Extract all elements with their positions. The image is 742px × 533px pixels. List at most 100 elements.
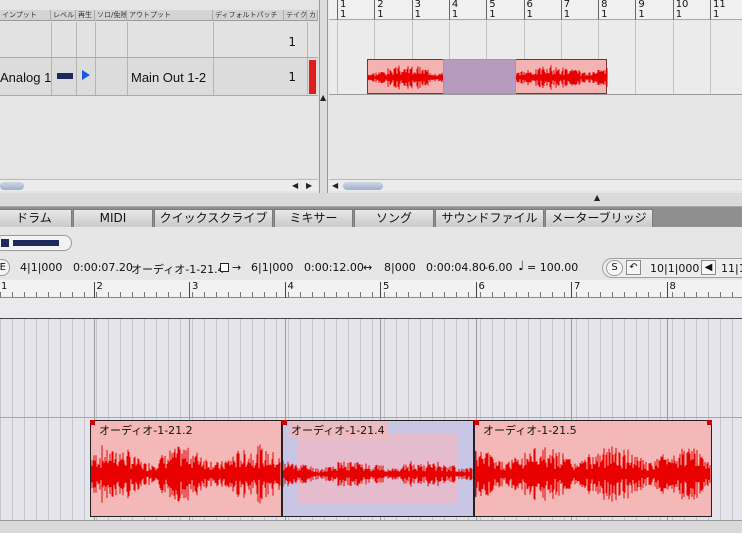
checkbox-icon[interactable] — [220, 263, 229, 272]
main-ruler[interactable]: 1 2 3 4 5 6 7 8 — [0, 280, 742, 298]
track-list-hscrollbar[interactable]: ◀ ▶ — [0, 179, 318, 191]
gain-value[interactable]: -6.00 — [484, 261, 512, 274]
region-handle[interactable] — [707, 420, 712, 425]
header-level[interactable]: レベル — [51, 10, 76, 21]
overview-ruler-tick: 11 1 — [710, 0, 726, 20]
track-list-header: インプット レベル 再生 ソロ/免除 アウトプット ディフォルトパッチ テイク … — [0, 10, 318, 21]
overview-ruler-tick: 8 1 — [598, 0, 607, 20]
locator-position[interactable]: 10|1|000 — [650, 262, 699, 275]
overview-ruler-tick: 6 1 — [523, 0, 533, 20]
tab-song[interactable]: ソング — [354, 209, 434, 227]
take-number[interactable]: 1 — [288, 35, 296, 49]
tab-mixer[interactable]: ミキサー — [274, 209, 353, 227]
region-name[interactable]: オーディオ-1-21.5 — [481, 422, 579, 438]
marker-lane[interactable] — [0, 298, 742, 319]
back-icon[interactable]: ◀ — [701, 260, 716, 275]
overview-audio-region[interactable] — [367, 59, 608, 94]
region-name[interactable]: オーディオ-1-21.2 — [97, 422, 195, 438]
overview-ruler[interactable]: 1 1 2 1 3 1 4 1 5 1 6 1 7 1 8 1 9 1 10 1 11 1 — [329, 0, 742, 20]
start-position[interactable]: 4|1|000 — [20, 261, 62, 274]
overview-hscrollbar[interactable]: ◀ — [329, 179, 742, 191]
region-handle[interactable] — [474, 420, 479, 425]
scroll-thumb[interactable] — [343, 182, 383, 190]
audio-region[interactable]: オーディオ-1-21.5 — [474, 420, 712, 517]
play-icon[interactable] — [82, 70, 90, 80]
sound-editor-canvas[interactable]: オーディオ-1-21.2 オーディオ-1-21.4 オーディオ-1-21.5 — [0, 298, 742, 520]
tab-soundfile[interactable]: サウンドファイル — [435, 209, 544, 227]
header-color[interactable]: カ — [307, 10, 318, 21]
track-list-panel: インプット レベル 再生 ソロ/免除 アウトプット ディフォルトパッチ テイク … — [0, 0, 320, 193]
overview-ruler-tick: 5 1 — [486, 0, 496, 20]
song-overview: 1 1 2 1 3 1 4 1 5 1 6 1 7 1 8 1 9 1 10 1 11 1 ◀ — [329, 0, 742, 193]
editor-tabs: ドラム MIDI クイックスクライブ ミキサー ソング サウンドファイル メータ… — [0, 207, 742, 227]
track-row-analog-1[interactable]: Analog 1 Main Out 1-2 1 — [0, 58, 318, 96]
track-row[interactable]: 1 — [0, 22, 318, 58]
undo-icon[interactable]: ↶ — [626, 260, 641, 275]
output-meter[interactable] — [0, 235, 72, 251]
clip-info-bar: E 4|1|000 0:00:07.20 オーディオ-1-21.4 → 6|1|… — [0, 257, 742, 279]
header-play[interactable]: 再生 — [76, 10, 95, 21]
track-output[interactable]: Main Out 1-2 — [131, 70, 206, 85]
overview-empty-area — [329, 96, 742, 179]
collapse-up-icon[interactable]: ▲ — [594, 193, 600, 202]
take-number[interactable]: 1 — [288, 70, 296, 84]
tab-drums[interactable]: ドラム — [0, 209, 72, 227]
track-color-swatch[interactable] — [309, 60, 316, 94]
header-solo[interactable]: ソロ/免除 — [95, 10, 127, 21]
tab-quickscribe[interactable]: クイックスクライブ — [154, 209, 273, 227]
audio-region[interactable]: オーディオ-1-21.2 — [90, 420, 282, 517]
overview-ruler-tick: 1 1 — [337, 0, 346, 20]
note-icon: ♩ — [518, 259, 525, 274]
scroll-thumb[interactable] — [0, 182, 24, 190]
audio-region-selected[interactable]: オーディオ-1-21.4 — [282, 420, 474, 517]
header-take[interactable]: テイク — [284, 10, 307, 21]
overview-lanes[interactable] — [329, 21, 742, 95]
length-icon: ↔ — [363, 261, 373, 274]
horizontal-splitter[interactable]: ▲ — [0, 193, 742, 207]
region-handle[interactable] — [90, 420, 95, 425]
region-waveform — [283, 433, 473, 503]
start-time[interactable]: 0:00:07.20 — [73, 261, 133, 274]
overview-ruler-tick: 3 1 — [411, 0, 421, 20]
overview-ruler-tick: 2 1 — [374, 0, 384, 20]
region-handle[interactable] — [282, 420, 287, 425]
overview-ruler-tick: 10 1 — [672, 0, 688, 20]
ruler-bar-number: 1 — [0, 282, 7, 298]
ruler-bar-number: 5 — [380, 282, 389, 298]
sound-editor-toolbar — [0, 228, 742, 257]
ruler-bar-number: 2 — [93, 282, 103, 298]
length-position[interactable]: 8|000 — [384, 261, 416, 274]
sync-button[interactable]: S — [606, 260, 623, 276]
scroll-left-icon[interactable]: ◀ — [292, 181, 298, 190]
tab-midi[interactable]: MIDI — [73, 209, 153, 227]
collapse-up-icon[interactable]: ▲ — [320, 93, 326, 102]
header-output[interactable]: アウトプット — [127, 10, 213, 21]
scroll-right-icon[interactable]: ▶ — [306, 181, 312, 190]
overview-ruler-tick: 7 1 — [560, 0, 570, 20]
header-default-patch[interactable]: ディフォルトパッチ — [213, 10, 284, 21]
region-waveform — [475, 446, 711, 502]
ruler-bar-number: 7 — [571, 282, 580, 298]
region-name[interactable]: オーディオ-1-21.4 — [289, 422, 387, 438]
tab-meterbridge[interactable]: メーターブリッジ — [545, 209, 653, 227]
clip-name[interactable]: オーディオ-1-21.4 — [131, 261, 225, 277]
locator-group: S ↶ 10|1|000 ◀ 11|1 — [602, 258, 742, 278]
header-input[interactable]: インプット — [0, 10, 51, 21]
arrow-right-icon: → — [232, 261, 242, 274]
vertical-splitter[interactable]: ▲ — [320, 0, 328, 193]
track-list-empty-area — [0, 97, 318, 177]
length-time[interactable]: 0:00:04.80 — [426, 261, 486, 274]
region-waveform — [91, 444, 281, 504]
overview-selection[interactable] — [443, 59, 516, 94]
track-name[interactable]: Analog 1 — [0, 70, 51, 85]
level-meter[interactable] — [57, 73, 73, 79]
locator-position-2[interactable]: 11|1 — [721, 262, 742, 275]
end-position[interactable]: 6|1|000 — [251, 261, 293, 274]
edit-button[interactable]: E — [0, 259, 10, 276]
ruler-bar-number: 4 — [284, 282, 294, 298]
tempo-value[interactable]: = 100.00 — [527, 261, 578, 274]
ruler-bar-number: 6 — [475, 282, 485, 298]
end-time[interactable]: 0:00:12.00 — [304, 261, 364, 274]
scroll-left-icon[interactable]: ◀ — [332, 181, 338, 190]
overview-ruler-tick: 4 1 — [448, 0, 458, 20]
